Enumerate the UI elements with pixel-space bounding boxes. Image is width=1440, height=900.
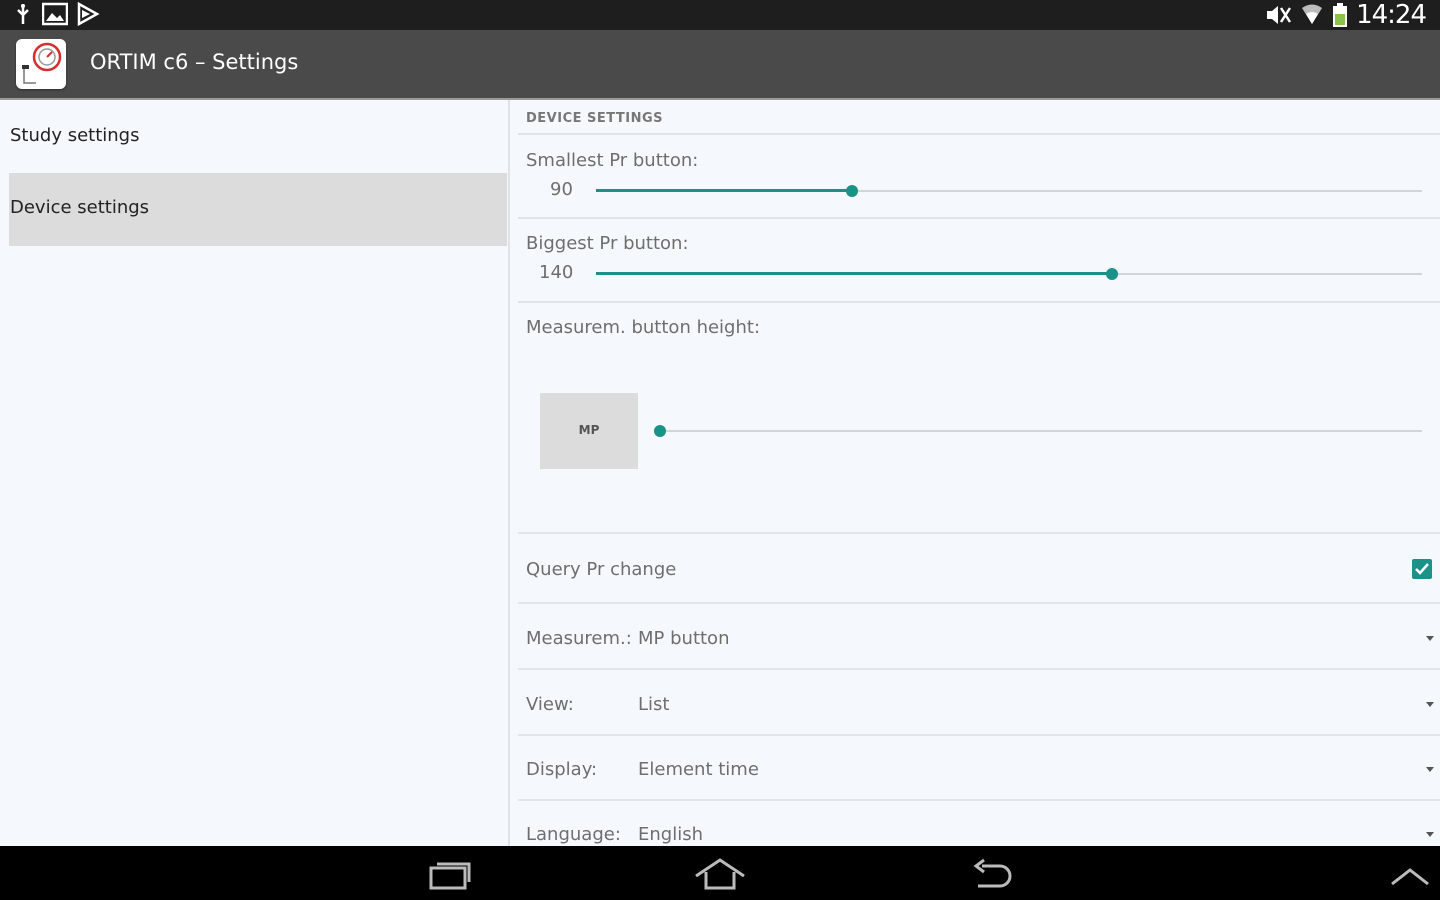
slider-fill: [596, 272, 1113, 275]
mp-button-label: MP: [578, 423, 600, 437]
notification-icons: [12, 2, 100, 26]
device-settings-pane: DEVICE SETTINGS Smallest Pr button: 90 B…: [510, 100, 1440, 846]
biggest-pr-value: 140: [539, 262, 574, 283]
measure-mode-label: Measurem.:: [526, 628, 632, 649]
app-logo-icon[interactable]: [16, 39, 66, 89]
smallest-pr-value: 90: [550, 179, 573, 200]
slider-thumb[interactable]: [1106, 268, 1119, 280]
measure-height-label: Measurem. button height:: [526, 317, 761, 338]
divider: [518, 133, 1440, 135]
slider-thumb[interactable]: [654, 425, 666, 437]
slider-fill: [596, 189, 853, 192]
view-label: View:: [526, 694, 574, 715]
page-title: ORTIM c6 – Settings: [90, 50, 299, 74]
mute-icon: [1267, 6, 1292, 24]
wifi-icon: [1302, 4, 1323, 24]
smallest-pr-label: Smallest Pr button:: [526, 150, 699, 171]
view-value: List: [638, 694, 670, 715]
header-label: Device settings: [10, 197, 150, 218]
dropdown-arrow-icon: [1426, 767, 1434, 772]
recent-apps-icon[interactable]: [420, 854, 480, 894]
dropdown-arrow-icon: [1426, 636, 1434, 641]
header-device-settings[interactable]: Device settings: [9, 173, 507, 246]
measure-mode-dropdown[interactable]: Measurem.: MP button: [518, 604, 1440, 668]
header-study-settings[interactable]: Study settings: [9, 101, 507, 174]
home-icon[interactable]: [690, 854, 750, 894]
section-title: DEVICE SETTINGS: [526, 111, 664, 126]
display-label: Display:: [526, 759, 598, 780]
dropdown-arrow-icon: [1426, 832, 1434, 837]
biggest-pr-label: Biggest Pr button:: [526, 233, 689, 254]
navigation-bar: [0, 846, 1440, 900]
language-label: Language:: [526, 824, 621, 845]
divider: [518, 301, 1440, 303]
display-value: Element time: [638, 759, 759, 780]
back-icon[interactable]: [962, 854, 1022, 894]
smallest-pr-slider[interactable]: [596, 181, 1422, 201]
headers-pane: Study settings Device settings: [0, 100, 510, 846]
query-pr-checkbox[interactable]: [1412, 559, 1432, 579]
system-icons: 14:24: [1264, 0, 1427, 30]
status-bar: 14:24: [0, 0, 1440, 30]
slider-track: [660, 430, 1422, 432]
query-pr-label: Query Pr change: [526, 559, 677, 580]
view-dropdown[interactable]: View: List: [518, 670, 1440, 734]
clock: 14:24: [1356, 0, 1427, 30]
header-label: Study settings: [10, 125, 140, 146]
query-pr-row[interactable]: Query Pr change: [518, 534, 1440, 602]
divider: [518, 217, 1440, 219]
usb-icon: [17, 4, 29, 24]
language-value: English: [638, 824, 703, 845]
display-dropdown[interactable]: Display: Element time: [518, 736, 1440, 799]
play-store-icon: [77, 2, 100, 26]
measure-height-slider[interactable]: [654, 421, 1422, 441]
check-icon: [1415, 563, 1429, 575]
biggest-pr-slider[interactable]: [596, 264, 1422, 284]
gallery-icon: [42, 2, 68, 26]
language-dropdown[interactable]: Language: English: [518, 801, 1440, 846]
chevron-up-icon[interactable]: [1380, 854, 1440, 894]
battery-icon: [1333, 3, 1348, 27]
action-bar: ORTIM c6 – Settings: [0, 30, 1440, 100]
measure-mode-value: MP button: [638, 628, 730, 649]
mp-button-preview: MP: [540, 393, 638, 469]
slider-thumb[interactable]: [846, 185, 859, 197]
dropdown-arrow-icon: [1426, 702, 1434, 707]
